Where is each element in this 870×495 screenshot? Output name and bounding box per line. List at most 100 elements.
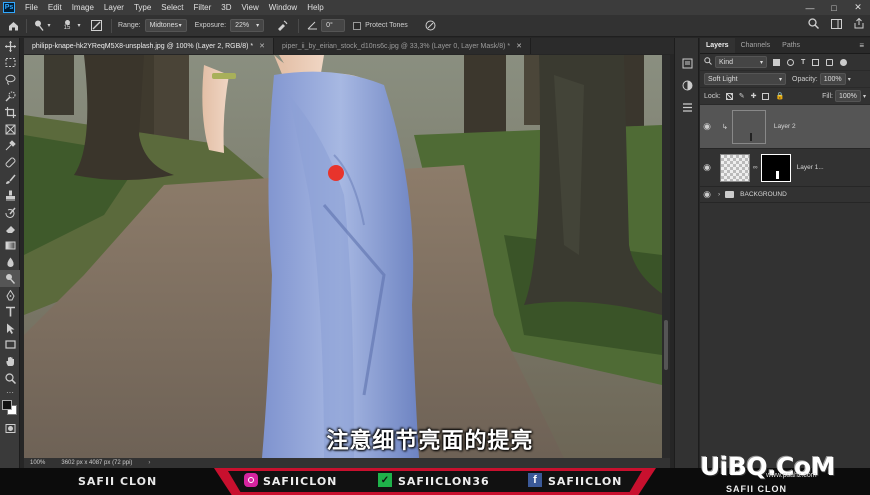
menu-image[interactable]: Image xyxy=(67,0,99,15)
filter-toggle-icon[interactable] xyxy=(840,58,848,66)
layer-row-layer-1[interactable]: ◉ ∞ Layer 1... xyxy=(700,149,870,187)
menu-filter[interactable]: Filter xyxy=(189,0,217,15)
tab-document-active[interactable]: philipp-knape-hk2YReqM5X8-unsplash.jpg @… xyxy=(24,38,274,54)
protect-tones-checkbox[interactable] xyxy=(353,21,362,30)
zoom-tool-icon[interactable] xyxy=(0,370,20,387)
brush-preset-picker[interactable]: 15 xyxy=(59,19,75,32)
range-dropdown[interactable]: Midtones ▾ xyxy=(144,19,187,32)
zoom-level[interactable]: 100% xyxy=(30,460,45,466)
shape-filter-icon[interactable] xyxy=(812,58,820,66)
kind-filter-dropdown[interactable]: Kind ▾ xyxy=(715,56,767,68)
home-icon[interactable] xyxy=(6,21,20,31)
type-filter-icon[interactable]: T xyxy=(801,59,805,66)
chevron-right-icon[interactable]: › xyxy=(148,460,150,466)
eyedropper-tool-icon[interactable] xyxy=(0,138,20,155)
scrollbar-thumb[interactable] xyxy=(664,320,668,370)
layer-name[interactable]: BACKGROUND xyxy=(740,191,787,198)
stamp-tool-icon[interactable] xyxy=(0,187,20,204)
chevron-down-icon[interactable]: ▾ xyxy=(863,93,866,100)
lock-image-icon[interactable]: ✎ xyxy=(739,92,745,100)
eye-icon[interactable]: ◉ xyxy=(700,189,714,200)
panel-menu-icon[interactable]: ≡ xyxy=(859,38,864,53)
foreground-color-swatch[interactable] xyxy=(2,400,12,411)
tab-channels[interactable]: Channels xyxy=(735,38,777,53)
blend-mode-dropdown[interactable]: Soft Light ▾ xyxy=(704,73,786,85)
menu-3d[interactable]: 3D xyxy=(216,0,236,15)
chevron-down-icon[interactable]: ▾ xyxy=(45,22,53,29)
banner-other-handle: SAFIICLON36 xyxy=(398,475,490,488)
history-icon[interactable] xyxy=(675,52,700,74)
tab-layers[interactable]: Layers xyxy=(700,38,735,53)
pen-tool-icon[interactable] xyxy=(0,287,20,304)
lock-all-icon[interactable]: 🔒 xyxy=(775,92,784,100)
marquee-tool-icon[interactable] xyxy=(0,55,20,72)
dodge-tool-icon[interactable] xyxy=(33,20,45,31)
color-swatches[interactable] xyxy=(0,398,20,420)
smart-object-filter-icon[interactable] xyxy=(826,58,834,66)
menu-window[interactable]: Window xyxy=(264,0,302,15)
hand-tool-icon[interactable] xyxy=(0,353,20,370)
search-icon[interactable] xyxy=(808,18,819,29)
tab-document-secondary[interactable]: piper_ii_by_eirian_stock_d10ns6c.jpg @ 3… xyxy=(274,38,531,54)
close-icon[interactable]: ✕ xyxy=(846,0,870,15)
lock-transparency-icon[interactable] xyxy=(725,92,733,100)
minimize-icon[interactable]: — xyxy=(798,0,822,15)
layer-row-layer-2[interactable]: ◉ ↳ Layer 2 xyxy=(700,105,870,149)
layer-name[interactable]: Layer 1... xyxy=(797,164,824,171)
angle-field[interactable]: 0° xyxy=(321,19,346,32)
fill-field[interactable]: 100% xyxy=(834,90,861,102)
dodge-tool-active-icon[interactable] xyxy=(0,270,20,287)
properties-icon[interactable] xyxy=(675,96,700,118)
menu-view[interactable]: View xyxy=(237,0,264,15)
more-tools-icon[interactable]: ··· xyxy=(0,386,20,398)
adjustments-icon[interactable] xyxy=(675,74,700,96)
lock-position-icon[interactable]: ✚ xyxy=(751,92,757,100)
blur-tool-icon[interactable] xyxy=(0,254,20,271)
exposure-field[interactable]: 22% ▾ xyxy=(230,19,265,32)
adjustment-filter-icon[interactable] xyxy=(787,58,794,66)
close-icon[interactable]: ✕ xyxy=(259,42,265,50)
quick-select-tool-icon[interactable] xyxy=(0,88,20,105)
path-selection-tool-icon[interactable] xyxy=(0,320,20,337)
healing-brush-tool-icon[interactable] xyxy=(0,154,20,171)
maximize-icon[interactable]: □ xyxy=(822,0,846,15)
chevron-down-icon[interactable]: ▾ xyxy=(848,76,851,83)
history-brush-tool-icon[interactable] xyxy=(0,204,20,221)
link-icon[interactable]: ∞ xyxy=(753,164,758,171)
chevron-down-icon[interactable]: ▾ xyxy=(75,22,83,29)
chevron-down-icon: ▾ xyxy=(759,59,763,66)
brush-settings-icon[interactable] xyxy=(87,20,105,31)
crop-tool-icon[interactable] xyxy=(0,104,20,121)
menu-file[interactable]: File xyxy=(20,0,43,15)
lock-artboard-icon[interactable] xyxy=(762,92,770,100)
eraser-tool-icon[interactable] xyxy=(0,221,20,238)
workspace-icon[interactable] xyxy=(831,18,842,29)
menu-type[interactable]: Type xyxy=(129,0,156,15)
layers-panel: Layers Channels Paths ≡ Kind ▾ T Soft Li… xyxy=(700,38,870,475)
airbrush-icon[interactable] xyxy=(272,20,292,31)
menu-layer[interactable]: Layer xyxy=(99,0,129,15)
tab-paths[interactable]: Paths xyxy=(776,38,806,53)
menu-select[interactable]: Select xyxy=(156,0,188,15)
eye-icon[interactable]: ◉ xyxy=(700,162,714,173)
menu-edit[interactable]: Edit xyxy=(43,0,67,15)
layer-row-background-group[interactable]: ◉ › BACKGROUND xyxy=(700,187,870,203)
rectangle-tool-icon[interactable] xyxy=(0,337,20,354)
pixel-filter-icon[interactable] xyxy=(773,58,780,66)
close-icon[interactable]: ✕ xyxy=(516,42,522,50)
pressure-size-icon[interactable] xyxy=(420,20,442,31)
layer-name[interactable]: Layer 2 xyxy=(774,123,796,130)
vertical-scrollbar[interactable] xyxy=(662,55,670,458)
opacity-field[interactable]: 100% xyxy=(819,73,846,85)
chevron-right-icon[interactable]: › xyxy=(718,191,720,198)
document-canvas[interactable] xyxy=(24,55,662,458)
frame-tool-icon[interactable] xyxy=(0,121,20,138)
move-tool-icon[interactable] xyxy=(0,38,20,55)
share-icon[interactable] xyxy=(854,18,864,29)
gradient-tool-icon[interactable] xyxy=(0,237,20,254)
eye-icon[interactable]: ◉ xyxy=(700,121,714,132)
brush-tool-icon[interactable] xyxy=(0,171,20,188)
type-tool-icon[interactable] xyxy=(0,304,20,321)
menu-help[interactable]: Help xyxy=(302,0,328,15)
lasso-tool-icon[interactable] xyxy=(0,71,20,88)
